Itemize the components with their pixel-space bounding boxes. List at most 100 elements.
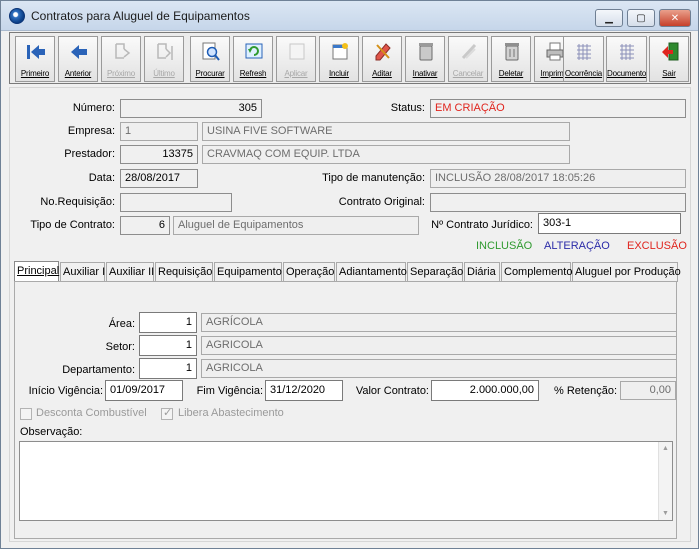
legend-inclusao: INCLUSÃO xyxy=(476,240,533,252)
cancel-button-label: Cancelar xyxy=(452,69,484,78)
next-button[interactable]: Próximo xyxy=(101,36,141,82)
tab-diaria[interactable]: Diária xyxy=(464,262,500,282)
observacao-scrollbar[interactable]: ▲ ▼ xyxy=(658,442,672,520)
libera-abastecimento-checkbox[interactable] xyxy=(161,406,173,420)
contrato-original-label: Contrato Original: xyxy=(338,196,425,208)
observacao-textarea[interactable]: ▲ ▼ xyxy=(19,441,673,521)
status-field: EM CRIAÇÃO xyxy=(430,99,686,118)
inactivate-icon xyxy=(419,43,433,61)
apply-button[interactable]: Aplicar xyxy=(276,36,316,82)
inactivate-button[interactable]: Inativar xyxy=(405,36,445,82)
print-icon xyxy=(546,42,564,61)
numero-field[interactable]: 305 xyxy=(120,99,262,118)
occurrence-icon xyxy=(577,44,591,60)
document-icon xyxy=(620,44,634,60)
minimize-icon: ▁ xyxy=(605,12,613,24)
cancel-icon xyxy=(461,43,477,60)
window-title: Contratos para Aluguel de Equipamentos xyxy=(31,9,250,23)
document-button-label: Documento xyxy=(607,69,647,78)
delete-button-label: Deletar xyxy=(498,69,524,78)
observacao-label: Observação: xyxy=(20,426,83,438)
add-button[interactable]: Incluir xyxy=(319,36,359,82)
maximize-button[interactable]: ▢ xyxy=(627,9,655,27)
prestador-code-field[interactable]: 13375 xyxy=(120,145,198,164)
scroll-down-icon[interactable]: ▼ xyxy=(662,510,669,517)
tab-complemento[interactable]: Complemento xyxy=(501,262,572,282)
norequisicao-label: No.Requisição: xyxy=(40,196,115,208)
previous-button[interactable]: Anterior xyxy=(58,36,98,82)
last-button-label: Último xyxy=(153,69,175,78)
toolbar: Primeiro Anterior Próximo Último Procura… xyxy=(9,32,691,84)
contrato-original-field[interactable] xyxy=(430,193,686,212)
departamento-code-field[interactable]: 1 xyxy=(139,358,197,379)
area-code-field[interactable]: 1 xyxy=(139,312,197,333)
empresa-label: Empresa: xyxy=(67,125,115,137)
aditar-button[interactable]: Aditar xyxy=(362,36,402,82)
data-field[interactable]: 28/08/2017 xyxy=(120,169,198,188)
tab-separacao[interactable]: Separação xyxy=(407,262,463,282)
data-label: Data: xyxy=(88,172,115,184)
tab-equipamento[interactable]: Equipamento xyxy=(214,262,282,282)
desconta-combustivel-checkbox[interactable] xyxy=(20,408,32,420)
norequisicao-field[interactable] xyxy=(120,193,232,212)
document-button[interactable]: Documento xyxy=(606,36,647,82)
close-icon: ✕ xyxy=(670,12,680,24)
refresh-icon xyxy=(245,43,263,59)
libera-abastecimento-label: Libera Abastecimento xyxy=(178,407,284,419)
refresh-button-label: Refresh xyxy=(239,69,267,78)
inicio-vigencia-label: Início Vigência: xyxy=(28,385,103,397)
occurrence-button[interactable]: Ocorrência xyxy=(563,36,604,82)
contract-form: Número: 305 Status: EM CRIAÇÃO Empresa: … xyxy=(9,87,691,542)
title-bar[interactable]: Contratos para Aluguel de Equipamentos ▁… xyxy=(1,1,698,31)
contrato-juridico-field[interactable]: 303-1 xyxy=(538,213,681,234)
delete-icon xyxy=(505,43,519,61)
tipo-contrato-name-field: Aluguel de Equipamentos xyxy=(173,216,419,235)
area-label: Área: xyxy=(108,318,135,330)
tab-requisicao[interactable]: Requisição xyxy=(155,262,213,282)
delete-button[interactable]: Deletar xyxy=(491,36,531,82)
tipo-contrato-code-field[interactable]: 6 xyxy=(120,216,170,235)
minimize-button[interactable]: ▁ xyxy=(595,9,623,27)
first-button[interactable]: Primeiro xyxy=(15,36,55,82)
maximize-icon: ▢ xyxy=(636,12,646,24)
fim-vigencia-field[interactable]: 31/12/2020 xyxy=(265,380,343,401)
refresh-button[interactable]: Refresh xyxy=(233,36,273,82)
tab-principal[interactable]: Principal xyxy=(14,261,59,283)
cancel-button[interactable]: Cancelar xyxy=(448,36,488,82)
manutencao-field: INCLUSÃO 28/08/2017 18:05:26 xyxy=(430,169,686,188)
contrato-juridico-label: Nº Contrato Jurídico: xyxy=(431,219,533,231)
last-button[interactable]: Último xyxy=(144,36,184,82)
inactivate-button-label: Inativar xyxy=(412,69,438,78)
valor-contrato-label: Valor Contrato: xyxy=(355,385,429,397)
tab-auxiliar-i[interactable]: Auxiliar I xyxy=(60,262,105,282)
tipo-contrato-label: Tipo de Contrato: xyxy=(30,219,115,231)
legend-exclusao: EXCLUSÃO xyxy=(627,240,687,252)
tab-auxiliar-ii[interactable]: Auxiliar II xyxy=(106,262,154,282)
prev-record-icon xyxy=(71,45,87,59)
fim-vigencia-label: Fim Vigência: xyxy=(196,385,263,397)
valor-contrato-field[interactable]: 2.000.000,00 xyxy=(431,380,539,401)
empresa-code-field[interactable]: 1 xyxy=(120,122,198,141)
empresa-name-field: USINA FIVE SOFTWARE xyxy=(202,122,570,141)
main-window: Contratos para Aluguel de Equipamentos ▁… xyxy=(0,0,699,549)
aditar-button-label: Aditar xyxy=(372,69,392,78)
setor-name-field: AGRICOLA xyxy=(201,336,677,355)
retencao-field: 0,00 xyxy=(620,381,676,400)
tab-operacao[interactable]: Operação xyxy=(283,262,335,282)
tab-adiantamento[interactable]: Adiantamento xyxy=(336,262,407,282)
search-button-label: Procurar xyxy=(195,69,225,78)
exit-button-label: Sair xyxy=(662,69,676,78)
search-icon xyxy=(202,42,220,61)
scroll-up-icon[interactable]: ▲ xyxy=(662,445,669,452)
tab-aluguel-producao[interactable]: Aluguel por Produção xyxy=(572,262,681,282)
inicio-vigencia-field[interactable]: 01/09/2017 xyxy=(105,380,183,401)
status-label: Status: xyxy=(390,102,425,114)
setor-code-field[interactable]: 1 xyxy=(139,335,197,356)
last-record-icon xyxy=(157,43,173,60)
app-icon xyxy=(9,8,25,24)
exit-button[interactable]: Sair xyxy=(649,36,689,82)
setor-label: Setor: xyxy=(105,341,135,353)
area-name-field: AGRÍCOLA xyxy=(201,313,677,332)
close-button[interactable]: ✕ xyxy=(659,9,691,27)
search-button[interactable]: Procurar xyxy=(190,36,230,82)
